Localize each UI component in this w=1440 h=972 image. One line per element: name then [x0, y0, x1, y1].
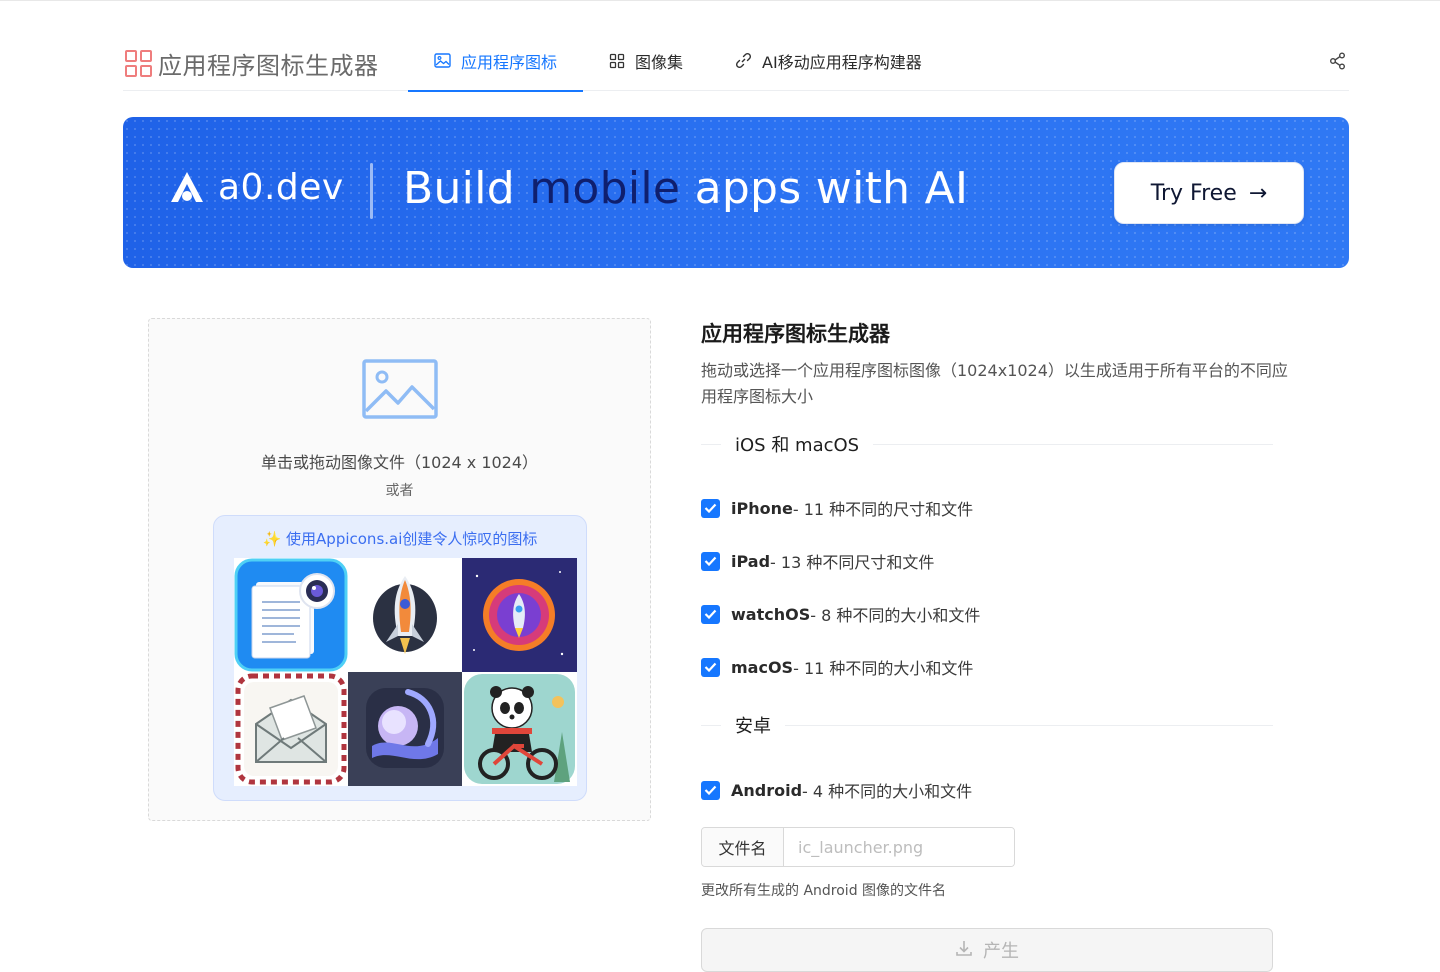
option-android-name: Android [731, 780, 803, 800]
section-ios-macos: iOS 和 macOS [735, 435, 860, 456]
arrow-right-icon: → [1248, 180, 1268, 206]
app-header: 应用程序图标生成器 应用程序图标 图像集 AI移动应用程序构建器 [123, 30, 1349, 92]
tab-ai-app-builder-label: AI移动应用程序构建器 [762, 52, 922, 72]
icon-gallery [234, 558, 577, 786]
tab-ai-app-builder[interactable]: AI移动应用程序构建器 [709, 30, 948, 91]
panel-description: 拖动或选择一个应用程序图标图像（1024x1024）以生成适用于所有平台的不同应… [701, 361, 1288, 406]
generator-panel: 应用程序图标生成器 拖动或选择一个应用程序图标图像（1024x1024）以生成适… [701, 318, 1291, 972]
grid-icon [609, 53, 625, 69]
panel-title: 应用程序图标生成器 [701, 322, 890, 346]
option-macos[interactable]: macOS - 11 种不同的大小和文件 [701, 655, 973, 679]
checkbox-checked-icon[interactable] [701, 780, 720, 800]
abstract-app-icon [348, 672, 462, 786]
tab-image-sets[interactable]: 图像集 [583, 30, 709, 91]
option-macos-detail: - 11 种不同的大小和文件 [793, 659, 974, 678]
filename-field-group: 文件名 [701, 827, 1015, 867]
option-ipad-name: iPad [731, 551, 771, 571]
try-free-button[interactable]: Try Free → [1114, 162, 1304, 224]
brand-logo: a0.dev [168, 167, 344, 208]
grid-logo-icon [125, 50, 152, 77]
panda-app-icon [462, 672, 577, 786]
filename-hint: 更改所有生成的 Android 图像的文件名 [701, 883, 947, 899]
option-iphone-name: iPhone [731, 498, 793, 518]
filename-label: 文件名 [702, 828, 784, 866]
option-android-detail: - 4 种不同的大小和文件 [802, 782, 973, 801]
upload-or-text: 或者 [385, 483, 414, 499]
app-logo[interactable]: 应用程序图标生成器 [125, 46, 379, 81]
promo-banner[interactable]: a0.dev Build mobile apps with AI Try Fre… [123, 117, 1349, 268]
tab-app-icons-label: 应用程序图标 [461, 52, 558, 72]
option-watchos[interactable]: watchOS - 8 种不同的大小和文件 [701, 602, 980, 626]
image-icon [434, 53, 451, 68]
promo-text: ✨ 使用Appicons.ai创建令人惊叹的图标 [262, 530, 538, 548]
download-icon [955, 939, 973, 962]
window-top-border [0, 0, 1440, 1]
option-ipad-detail: - 13 种不同尺寸和文件 [770, 553, 935, 572]
try-free-label: Try Free [1150, 180, 1237, 206]
option-macos-name: macOS [731, 657, 794, 677]
notes-app-icon [234, 558, 348, 672]
space-rocket-app-icon [462, 558, 577, 672]
brand-name: a0.dev [218, 167, 344, 208]
app-title: 应用程序图标生成器 [158, 52, 379, 80]
section-divider-android: 安卓 [701, 713, 1273, 737]
option-android[interactable]: Android - 4 种不同的大小和文件 [701, 778, 972, 802]
tab-app-icons[interactable]: 应用程序图标 [408, 30, 584, 92]
checkbox-checked-icon[interactable] [701, 657, 720, 677]
generate-button[interactable]: 产生 [701, 928, 1273, 972]
checkbox-checked-icon[interactable] [701, 498, 720, 518]
checkbox-checked-icon[interactable] [701, 551, 720, 571]
banner-divider [370, 163, 373, 219]
filename-input[interactable] [784, 828, 1014, 866]
main-nav: 应用程序图标 图像集 AI移动应用程序构建器 [408, 30, 948, 92]
image-placeholder-icon [362, 359, 438, 419]
generate-label: 产生 [983, 941, 1019, 962]
mail-app-icon [234, 672, 348, 786]
headline-highlight: mobile [529, 163, 681, 214]
headline-part-1: Build [403, 163, 530, 214]
rocket-app-icon [348, 558, 462, 672]
tab-image-sets-label: 图像集 [635, 52, 684, 72]
option-iphone[interactable]: iPhone - 11 种不同的尺寸和文件 [701, 496, 973, 520]
share-icon[interactable] [1327, 50, 1349, 72]
option-iphone-detail: - 11 种不同的尺寸和文件 [792, 500, 974, 519]
section-divider-ios: iOS 和 macOS [701, 432, 1273, 456]
image-upload-dropzone[interactable]: 单击或拖动图像文件（1024 x 1024） 或者 ✨ 使用Appicons.a… [148, 318, 651, 821]
option-ipad[interactable]: iPad - 13 种不同尺寸和文件 [701, 549, 934, 573]
section-android: 安卓 [735, 716, 771, 737]
a0-logo-icon [171, 171, 203, 202]
banner-headline: Build mobile apps with AI [403, 163, 968, 214]
option-watchos-name: watchOS [731, 604, 811, 624]
appicons-ai-promo[interactable]: ✨ 使用Appicons.ai创建令人惊叹的图标 [213, 515, 587, 801]
headline-part-2: apps with AI [680, 163, 969, 214]
upload-prompt: 单击或拖动图像文件（1024 x 1024） [260, 453, 539, 472]
option-watchos-detail: - 8 种不同的大小和文件 [810, 606, 981, 625]
checkbox-checked-icon[interactable] [701, 604, 720, 624]
link-icon [735, 52, 752, 69]
